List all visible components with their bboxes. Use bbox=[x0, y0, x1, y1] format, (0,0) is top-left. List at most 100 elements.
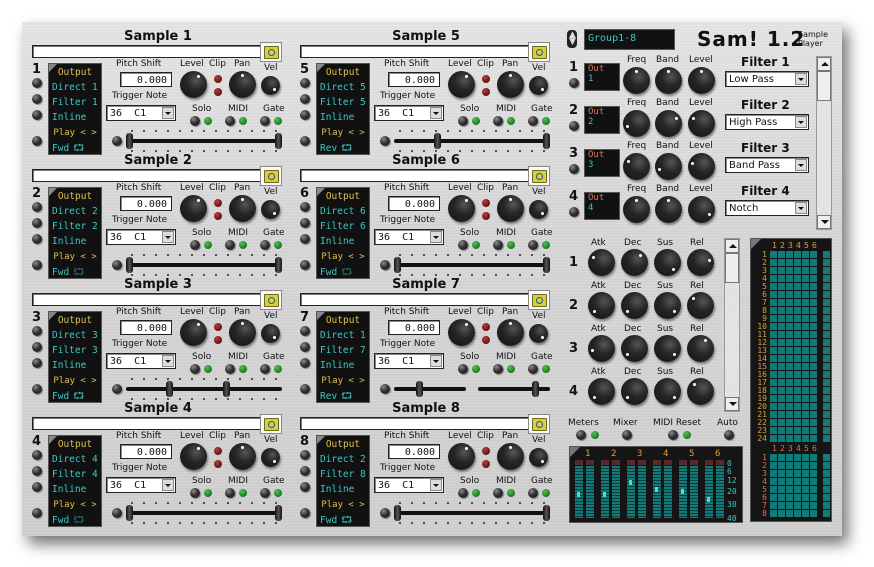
filter-freq-knob[interactable] bbox=[623, 110, 650, 137]
matrix-cell[interactable] bbox=[794, 411, 801, 418]
solo-button[interactable] bbox=[458, 240, 468, 250]
matrix-cell[interactable] bbox=[770, 379, 777, 386]
envelope-rel-knob[interactable] bbox=[687, 335, 714, 362]
matrix-cell[interactable] bbox=[810, 403, 817, 410]
slider-reset-button[interactable] bbox=[112, 260, 122, 270]
matrix-cell[interactable] bbox=[778, 355, 785, 362]
trigger-note-select[interactable]: 36 C1 bbox=[374, 477, 444, 493]
matrix-cell[interactable] bbox=[802, 419, 809, 426]
matrix-cell[interactable] bbox=[786, 454, 793, 461]
midi-button[interactable] bbox=[225, 116, 235, 126]
trigger-note-select[interactable]: 36 C1 bbox=[106, 353, 176, 369]
output-filter-button[interactable] bbox=[300, 466, 310, 476]
envelope-sus-knob[interactable] bbox=[654, 378, 681, 405]
matrix-cell[interactable] bbox=[786, 379, 793, 386]
matrix-cell[interactable] bbox=[786, 339, 793, 346]
gate-button[interactable] bbox=[528, 364, 538, 374]
matrix-cell[interactable] bbox=[778, 323, 785, 330]
output-direct-option[interactable]: Direct 2 bbox=[49, 206, 101, 217]
output-inline-option[interactable]: Inline bbox=[317, 112, 369, 123]
matrix-cell[interactable] bbox=[770, 462, 777, 469]
matrix-cell[interactable] bbox=[802, 371, 809, 378]
chevron-down-icon[interactable] bbox=[162, 355, 174, 367]
matrix-cell[interactable] bbox=[802, 403, 809, 410]
matrix-cell[interactable] bbox=[810, 411, 817, 418]
sample-file-field[interactable] bbox=[32, 417, 262, 430]
midi-button[interactable] bbox=[225, 364, 235, 374]
matrix-cell[interactable] bbox=[794, 379, 801, 386]
sample-range-slider[interactable] bbox=[126, 139, 282, 143]
matrix-cell[interactable] bbox=[823, 419, 830, 426]
output-direct-option[interactable]: Direct 1 bbox=[49, 82, 101, 93]
matrix-cell[interactable] bbox=[810, 419, 817, 426]
slider-reset-button[interactable] bbox=[380, 508, 390, 518]
chevron-down-icon[interactable] bbox=[430, 231, 442, 243]
chevron-down-icon[interactable] bbox=[795, 73, 807, 85]
matrix-cell[interactable] bbox=[770, 347, 777, 354]
range-end-handle[interactable] bbox=[275, 133, 282, 149]
output-direct-button[interactable] bbox=[300, 326, 310, 336]
matrix-cell[interactable] bbox=[810, 323, 817, 330]
filter-freq-knob[interactable] bbox=[623, 153, 650, 180]
matrix-cell[interactable] bbox=[770, 291, 777, 298]
level-knob[interactable] bbox=[180, 71, 207, 98]
matrix-cell[interactable] bbox=[786, 462, 793, 469]
output-inline-option[interactable]: Inline bbox=[49, 484, 101, 495]
filter-scrollbar[interactable] bbox=[816, 56, 832, 230]
output-inline-button[interactable] bbox=[300, 482, 310, 492]
matrix-cell[interactable] bbox=[794, 267, 801, 274]
midi-button[interactable] bbox=[225, 488, 235, 498]
output-filter-button[interactable] bbox=[32, 466, 42, 476]
range-start-handle[interactable] bbox=[166, 381, 174, 397]
matrix-cell[interactable] bbox=[802, 411, 809, 418]
matrix-cell[interactable] bbox=[770, 411, 777, 418]
loop-icon[interactable]: ⮔ bbox=[73, 267, 84, 278]
loop-icon[interactable]: ⮔ bbox=[341, 515, 352, 526]
matrix-cell[interactable] bbox=[810, 307, 817, 314]
matrix-cell[interactable] bbox=[778, 403, 785, 410]
envelope-dec-knob[interactable] bbox=[621, 292, 648, 319]
direction-toggle-button[interactable] bbox=[300, 508, 310, 518]
matrix-cell[interactable] bbox=[770, 331, 777, 338]
velocity-knob[interactable] bbox=[529, 76, 548, 95]
pan-knob[interactable] bbox=[497, 71, 524, 98]
matrix-cell[interactable] bbox=[802, 307, 809, 314]
matrix-cell[interactable] bbox=[802, 435, 809, 442]
matrix-cell[interactable] bbox=[810, 478, 817, 485]
output-direct-option[interactable]: Direct 1 bbox=[317, 330, 369, 341]
matrix-cell[interactable] bbox=[810, 283, 817, 290]
output-direct-button[interactable] bbox=[300, 202, 310, 212]
matrix-cell[interactable] bbox=[778, 510, 785, 517]
slider-reset-button[interactable] bbox=[380, 136, 390, 146]
matrix-cell[interactable] bbox=[802, 355, 809, 362]
matrix-cell[interactable] bbox=[770, 478, 777, 485]
output-filter-option[interactable]: Filter 3 bbox=[49, 345, 101, 356]
matrix-cell[interactable] bbox=[823, 355, 830, 362]
matrix-cell[interactable] bbox=[823, 478, 830, 485]
level-knob[interactable] bbox=[180, 195, 207, 222]
output-filter-button[interactable] bbox=[32, 342, 42, 352]
filter-type-select[interactable]: Band Pass bbox=[725, 157, 809, 173]
matrix-cell[interactable] bbox=[810, 259, 817, 266]
trigger-note-select[interactable]: 36 C1 bbox=[106, 105, 176, 121]
filter-level-knob[interactable] bbox=[688, 67, 715, 94]
matrix-cell[interactable] bbox=[823, 435, 830, 442]
matrix-cell[interactable] bbox=[770, 363, 777, 370]
gate-button[interactable] bbox=[260, 116, 270, 126]
output-inline-button[interactable] bbox=[32, 482, 42, 492]
trigger-note-select[interactable]: 36 C1 bbox=[374, 353, 444, 369]
output-filter-option[interactable]: Filter 1 bbox=[49, 97, 101, 108]
matrix-cell[interactable] bbox=[802, 331, 809, 338]
matrix-cell[interactable] bbox=[786, 403, 793, 410]
matrix-cell[interactable] bbox=[786, 315, 793, 322]
filter-band-knob[interactable] bbox=[655, 67, 682, 94]
browse-file-button[interactable] bbox=[528, 42, 550, 62]
midi-button[interactable] bbox=[225, 240, 235, 250]
gate-button[interactable] bbox=[260, 364, 270, 374]
matrix-cell[interactable] bbox=[770, 275, 777, 282]
matrix-cell[interactable] bbox=[794, 307, 801, 314]
output-direct-button[interactable] bbox=[32, 202, 42, 212]
direction-toggle-button[interactable] bbox=[300, 384, 310, 394]
output-inline-option[interactable]: Inline bbox=[317, 236, 369, 247]
filter-band-knob[interactable] bbox=[655, 153, 682, 180]
